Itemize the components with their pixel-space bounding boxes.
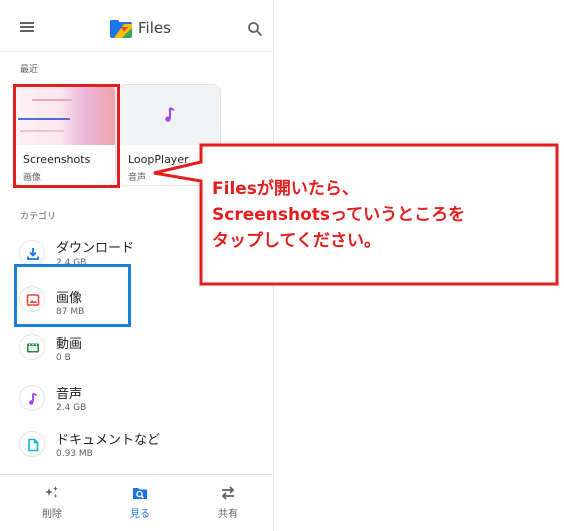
instruction-line: Filesが開いたら、: [212, 179, 359, 199]
instruction-line: Screenshotsっていうところを: [212, 205, 466, 225]
instruction-line: タップしてください。: [212, 231, 381, 251]
instruction-callout-bubble: [153, 143, 559, 286]
instruction-callout-text: Filesが開いたら、 Screenshotsっていうところを タップしてくださ…: [212, 176, 557, 254]
